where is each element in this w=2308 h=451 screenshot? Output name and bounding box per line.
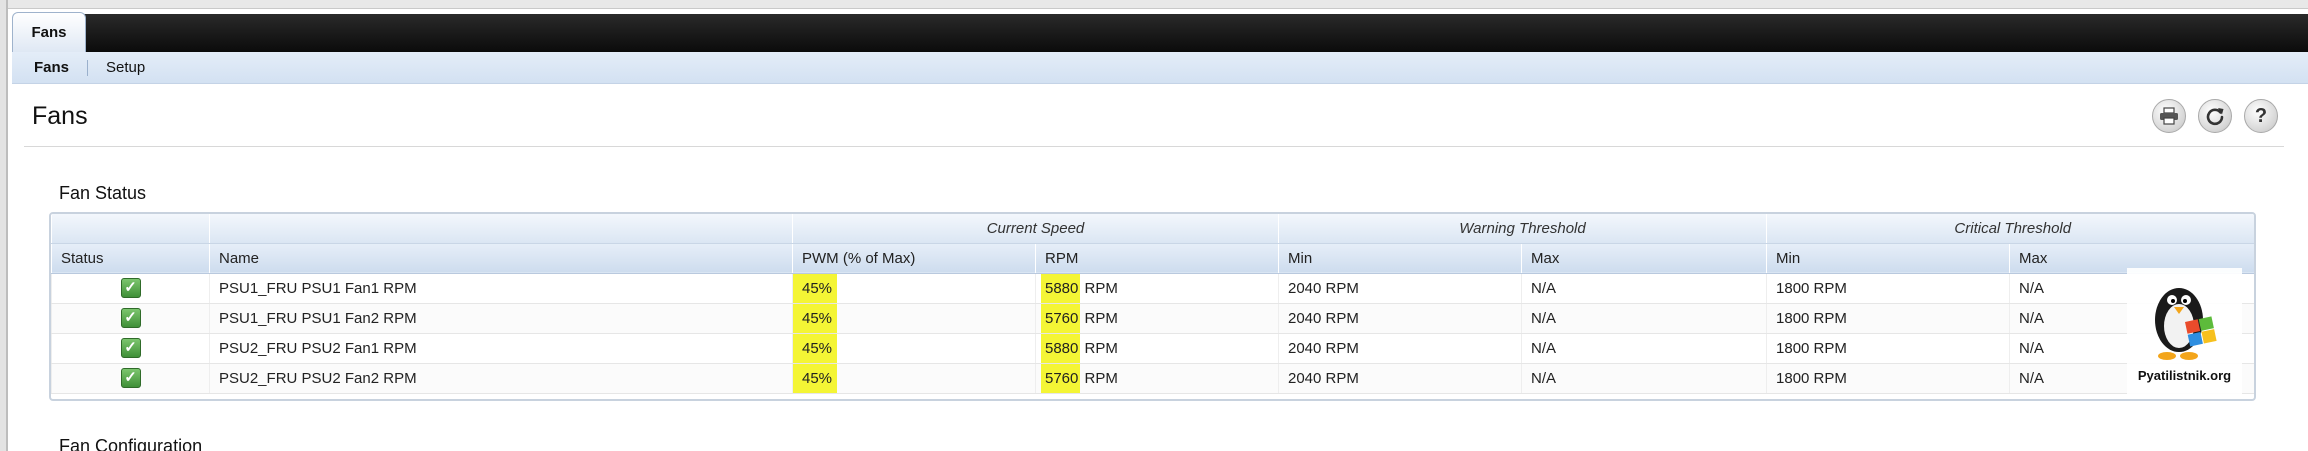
refresh-icon <box>2206 108 2224 126</box>
rpm-value: 5760 <box>1041 303 1081 333</box>
column-header-warning-min[interactable]: Min <box>1278 243 1522 274</box>
critical-min-cell: 1800 RPM <box>1766 333 2010 364</box>
print-button[interactable] <box>2152 99 2186 133</box>
critical-min-cell: 1800 RPM <box>1766 303 2010 334</box>
rpm-value: 5880 <box>1041 273 1081 303</box>
pwm-cell: 45% <box>792 303 1036 334</box>
status-cell: ✓ <box>51 333 210 364</box>
fan-name-cell: PSU1_FRU PSU1 Fan1 RPM <box>209 273 793 304</box>
help-button[interactable]: ? <box>2244 99 2278 133</box>
column-header-critical-min[interactable]: Min <box>1766 243 2010 274</box>
rpm-unit: RPM <box>1084 339 1118 357</box>
fan-configuration-title: Fan Configuration <box>59 436 203 451</box>
warning-min-cell: 2040 RPM <box>1278 273 1522 304</box>
group-header-row: Current Speed Warning Threshold Critical… <box>51 214 2254 244</box>
rpm-unit: RPM <box>1084 309 1118 327</box>
status-cell: ✓ <box>51 303 210 334</box>
page-title: Fans <box>32 102 88 130</box>
group-header-critical-threshold: Critical Threshold <box>1766 214 2254 244</box>
column-header-rpm[interactable]: RPM <box>1035 243 1279 274</box>
group-header-empty <box>51 214 210 244</box>
rpm-cell: 5760 RPM <box>1035 363 1279 394</box>
warning-max-cell: N/A <box>1520 333 1767 364</box>
watermark-text: Pyatilistnik.org <box>2137 368 2232 383</box>
status-cell: ✓ <box>51 273 210 304</box>
pwm-value: 45% <box>793 363 838 393</box>
fan-status-title: Fan Status <box>59 183 147 203</box>
tab-fans[interactable]: Fans <box>12 12 86 52</box>
watermark: Pyatilistnik.org <box>2127 268 2242 394</box>
column-header-name[interactable]: Name <box>209 243 793 274</box>
check-icon: ✓ <box>120 308 141 328</box>
fan-name-cell: PSU2_FRU PSU2 Fan2 RPM <box>209 363 793 394</box>
fan-name-cell: PSU2_FRU PSU2 Fan1 RPM <box>209 333 793 364</box>
group-header-empty <box>209 214 793 244</box>
sub-navigation: Fans Setup <box>12 52 2308 84</box>
check-icon: ✓ <box>120 278 141 298</box>
rpm-unit: RPM <box>1084 369 1118 387</box>
subnav-divider <box>87 59 89 76</box>
check-icon: ✓ <box>120 368 141 388</box>
table-row: ✓ PSU1_FRU PSU1 Fan2 RPM 45% 5760 RPM 20… <box>51 303 2254 334</box>
fan-status-table: Current Speed Warning Threshold Critical… <box>51 214 2254 394</box>
critical-min-cell: 1800 RPM <box>1766 363 2010 394</box>
column-header-row: Status Name PWM (% of Max) RPM Min Max M… <box>51 243 2254 274</box>
status-cell: ✓ <box>51 363 210 394</box>
pwm-cell: 45% <box>792 363 1036 394</box>
column-header-warning-max[interactable]: Max <box>1520 243 1767 274</box>
pwm-value: 45% <box>793 303 838 333</box>
rpm-cell: 5880 RPM <box>1035 333 1279 364</box>
fan-status-table-container: Current Speed Warning Threshold Critical… <box>49 212 2256 401</box>
pwm-cell: 45% <box>792 333 1036 364</box>
warning-max-cell: N/A <box>1520 303 1767 334</box>
column-header-status[interactable]: Status <box>51 243 210 274</box>
column-header-pwm[interactable]: PWM (% of Max) <box>792 243 1036 274</box>
pwm-cell: 45% <box>792 273 1036 304</box>
penguin-logo-icon <box>2155 288 2217 360</box>
table-row: ✓ PSU2_FRU PSU2 Fan2 RPM 45% 5760 RPM 20… <box>51 363 2254 394</box>
rpm-cell: 5760 RPM <box>1035 303 1279 334</box>
rpm-value: 5880 <box>1041 333 1081 363</box>
pwm-value: 45% <box>793 333 838 363</box>
print-icon <box>2160 107 2178 125</box>
subnav-item-setup[interactable]: Setup <box>106 59 145 76</box>
title-divider <box>24 146 2284 147</box>
rpm-cell: 5880 RPM <box>1035 273 1279 304</box>
rpm-unit: RPM <box>1084 279 1118 297</box>
window-left-edge <box>0 0 8 451</box>
table-row: ✓ PSU2_FRU PSU2 Fan1 RPM 45% 5880 RPM 20… <box>51 333 2254 364</box>
rpm-value: 5760 <box>1041 363 1081 393</box>
warning-min-cell: 2040 RPM <box>1278 303 1522 334</box>
warning-min-cell: 2040 RPM <box>1278 363 1522 394</box>
check-icon: ✓ <box>120 338 141 358</box>
warning-min-cell: 2040 RPM <box>1278 333 1522 364</box>
subnav-item-fans[interactable]: Fans <box>34 59 69 76</box>
warning-max-cell: N/A <box>1520 273 1767 304</box>
refresh-button[interactable] <box>2198 99 2232 133</box>
fans-page: Fans Fans Setup Fans ? Fan Status Curren… <box>0 0 2308 451</box>
critical-min-cell: 1800 RPM <box>1766 273 2010 304</box>
help-icon: ? <box>2254 104 2268 127</box>
pwm-value: 45% <box>793 273 838 303</box>
group-header-current-speed: Current Speed <box>792 214 1279 244</box>
primary-tab-bar <box>12 14 2308 52</box>
window-top-edge <box>0 0 2308 9</box>
group-header-warning-threshold: Warning Threshold <box>1277 214 1767 244</box>
fan-name-cell: PSU1_FRU PSU1 Fan2 RPM <box>209 303 793 334</box>
warning-max-cell: N/A <box>1520 363 1767 394</box>
table-row: ✓ PSU1_FRU PSU1 Fan1 RPM 45% 5880 RPM 20… <box>51 273 2254 304</box>
